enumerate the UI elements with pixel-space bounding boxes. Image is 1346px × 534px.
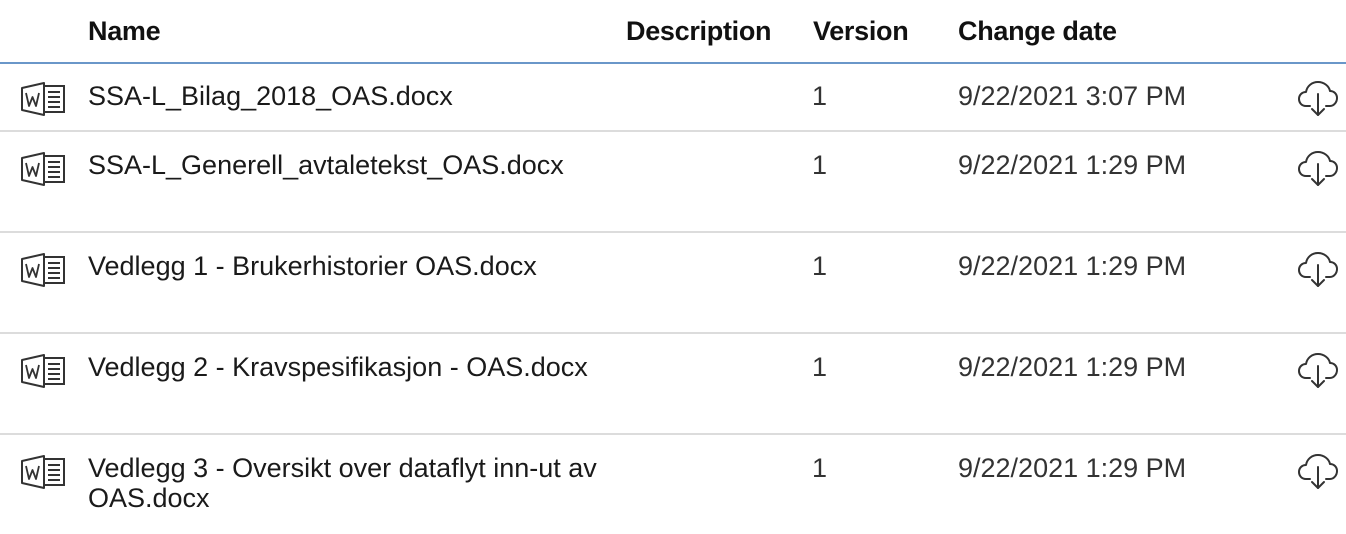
table-row[interactable]: Vedlegg 3 - Oversikt over dataflyt inn-u…	[0, 435, 1346, 534]
file-version: 1	[812, 251, 828, 281]
table-row[interactable]: Vedlegg 2 - Kravspesifikasjon - OAS.docx…	[0, 334, 1346, 435]
cloud-download-icon[interactable]	[1296, 249, 1340, 289]
column-header-version[interactable]: Version	[813, 16, 909, 47]
cloud-download-icon[interactable]	[1296, 451, 1340, 491]
file-name[interactable]: Vedlegg 2 - Kravspesifikasjon - OAS.docx	[88, 352, 608, 382]
file-name[interactable]: Vedlegg 3 - Oversikt over dataflyt inn-u…	[88, 453, 608, 513]
table-row[interactable]: SSA-L_Generell_avtaletekst_OAS.docx 1 9/…	[0, 132, 1346, 233]
file-change-date: 9/22/2021 1:29 PM	[958, 352, 1187, 382]
column-header-name[interactable]: Name	[88, 16, 161, 47]
cloud-download-icon[interactable]	[1296, 78, 1340, 118]
word-document-icon	[21, 152, 65, 186]
file-name[interactable]: Vedlegg 1 - Brukerhistorier OAS.docx	[88, 251, 608, 281]
file-name[interactable]: SSA-L_Bilag_2018_OAS.docx	[88, 81, 608, 111]
word-document-icon	[21, 253, 65, 287]
word-document-icon	[21, 455, 65, 489]
cloud-download-icon[interactable]	[1296, 350, 1340, 390]
file-version: 1	[812, 150, 828, 180]
table-header: Name Description Version Change date	[0, 0, 1346, 64]
file-change-date: 9/22/2021 1:29 PM	[958, 453, 1187, 483]
word-document-icon	[21, 354, 65, 388]
file-name[interactable]: SSA-L_Generell_avtaletekst_OAS.docx	[88, 150, 608, 180]
table-row[interactable]: SSA-L_Bilag_2018_OAS.docx 1 9/22/2021 3:…	[0, 64, 1346, 132]
table-row[interactable]: Vedlegg 1 - Brukerhistorier OAS.docx 1 9…	[0, 233, 1346, 334]
file-change-date: 9/22/2021 1:29 PM	[958, 150, 1187, 180]
column-header-change-date[interactable]: Change date	[958, 16, 1117, 47]
cloud-download-icon[interactable]	[1296, 148, 1340, 188]
file-change-date: 9/22/2021 3:07 PM	[958, 81, 1187, 111]
column-header-description[interactable]: Description	[626, 16, 772, 47]
file-version: 1	[812, 352, 828, 382]
file-list-table: Name Description Version Change date SSA…	[0, 0, 1346, 534]
file-version: 1	[812, 453, 828, 483]
file-change-date: 9/22/2021 1:29 PM	[958, 251, 1187, 281]
word-document-icon	[21, 82, 65, 116]
file-version: 1	[812, 81, 828, 111]
